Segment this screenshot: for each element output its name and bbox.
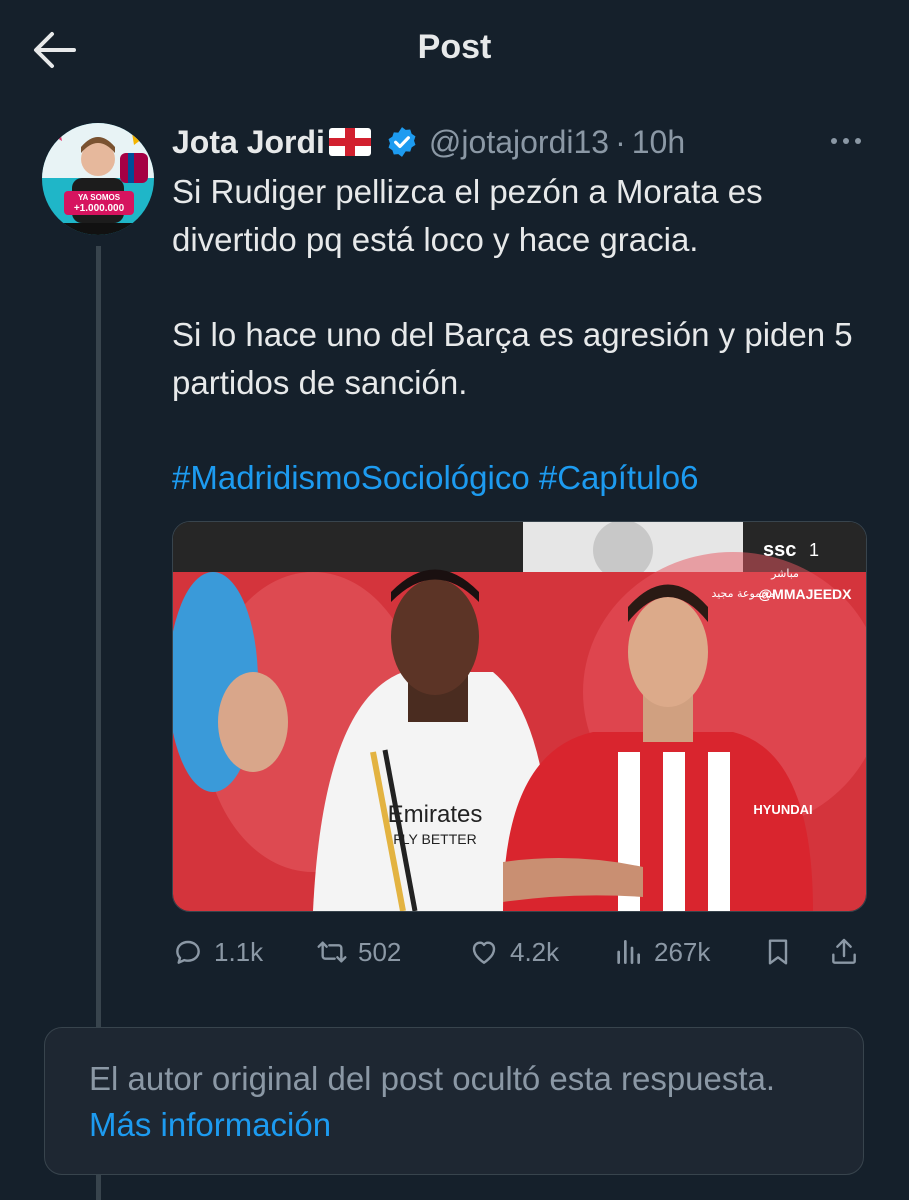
jersey-sponsor: HYUNDAI <box>753 802 812 817</box>
more-info-link[interactable]: Más información <box>89 1106 331 1143</box>
more-options-button[interactable] <box>826 126 866 156</box>
jersey-text: Emirates <box>388 801 483 828</box>
author-name[interactable]: Jota Jordi <box>172 124 325 161</box>
views-button[interactable]: 267k <box>612 924 710 980</box>
top-bar: Post <box>0 0 909 100</box>
views-count: 267k <box>654 936 711 967</box>
avatar[interactable]: YA SOMOS +1.000.000 <box>42 123 154 235</box>
share-icon <box>832 938 856 964</box>
post-paragraph: Si lo hace uno del Barça es agresión y p… <box>172 316 853 401</box>
post-actions: 1.1k 502 4.2k 267k <box>172 924 872 980</box>
author-handle[interactable]: @jotajordi13 <box>429 124 609 161</box>
avatar-text-line1: YA SOMOS <box>78 193 121 202</box>
reply-icon <box>176 940 200 964</box>
separator-dot: · <box>615 123 626 160</box>
reply-button[interactable]: 1.1k <box>172 924 263 980</box>
bookmark-icon <box>768 939 788 965</box>
broadcast-watermark: @MMAJEEDX <box>759 586 853 602</box>
page-title: Post <box>417 28 492 66</box>
england-flag-icon <box>328 128 371 156</box>
broadcast-live-label: مباشر <box>770 567 799 580</box>
post-media-image[interactable]: Emirates FLY BETTER HYUNDAI ssc 1 مباشر … <box>172 521 867 912</box>
broadcast-channel: 1 <box>809 540 819 560</box>
hashtag-line: #MadridismoSociológico #Capítulo6 <box>172 454 872 502</box>
more-horizontal-icon <box>831 138 861 144</box>
repost-button[interactable]: 502 <box>316 924 401 980</box>
share-button[interactable] <box>828 924 860 980</box>
match-photo: Emirates FLY BETTER HYUNDAI ssc 1 مباشر … <box>173 522 866 911</box>
avatar-text-line2: +1.000.000 <box>74 203 125 214</box>
heart-icon <box>472 941 496 964</box>
post-paragraph: Si Rudiger pellizca el pezón a Morata es… <box>172 173 763 258</box>
avatar-image: YA SOMOS +1.000.000 <box>42 123 154 235</box>
author-row: Jota Jordi @jotajordi13 · 10h <box>172 120 685 164</box>
repost-icon <box>317 941 347 963</box>
bookmark-button[interactable] <box>762 924 794 980</box>
post-body: Si Rudiger pellizca el pezón a Morata es… <box>172 168 872 502</box>
reply-count: 1.1k <box>214 936 264 967</box>
repost-count: 502 <box>358 936 402 967</box>
hashtag-link[interactable]: #Capítulo6 <box>539 459 699 496</box>
views-chart-icon <box>617 940 640 964</box>
hidden-reply-text: El autor original del post ocultó esta r… <box>89 1060 776 1097</box>
verified-badge-icon <box>388 127 416 157</box>
jersey-subtext: FLY BETTER <box>393 831 477 847</box>
broadcast-brand: ssc <box>763 539 796 561</box>
like-count: 4.2k <box>510 936 560 967</box>
like-button[interactable]: 4.2k <box>468 924 559 980</box>
hashtag-link[interactable]: #MadridismoSociológico <box>172 459 530 496</box>
hidden-reply-notice: El autor original del post ocultó esta r… <box>44 1027 864 1175</box>
post-time[interactable]: 10h <box>632 124 685 161</box>
